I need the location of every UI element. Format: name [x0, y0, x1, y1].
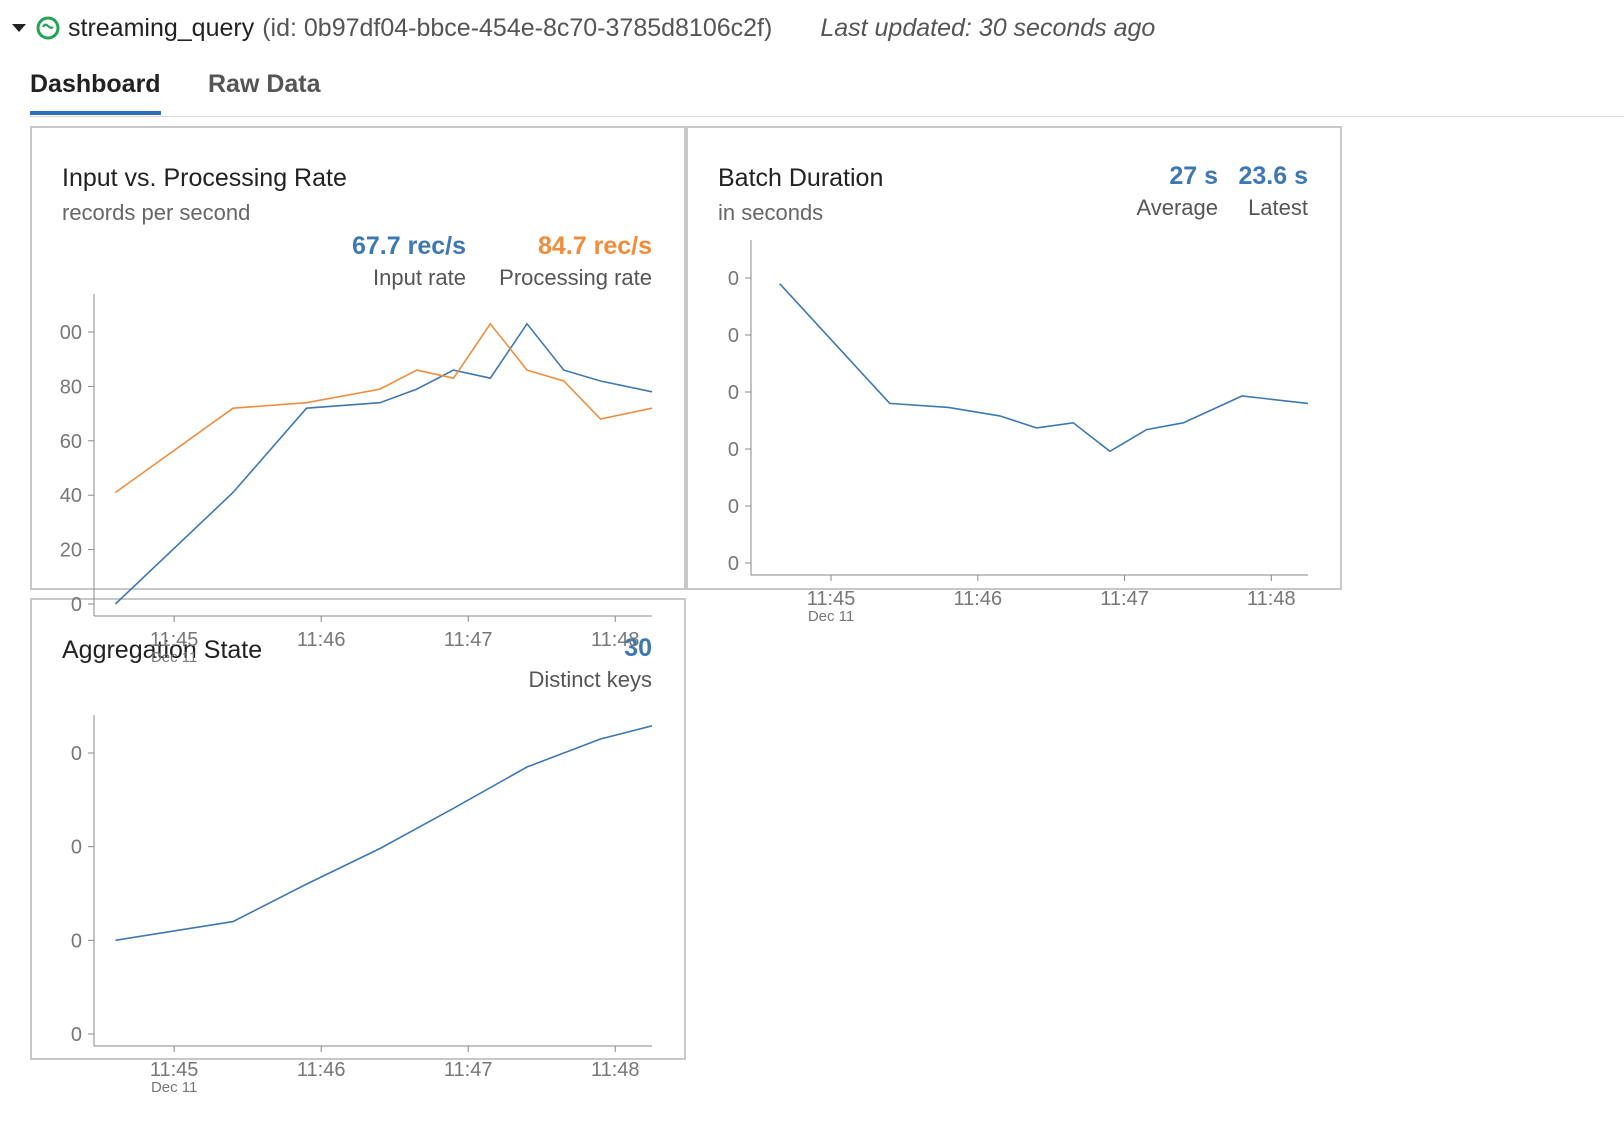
chart-1-y-tick-label: 0 — [728, 553, 739, 575]
chart-0-y-tick-label: 20 — [60, 540, 82, 562]
chart-0-y-tick-label: 60 — [60, 431, 82, 453]
chart-2-x-tick-label: 11:47 — [444, 1059, 493, 1081]
chart-1-y-tick-label: 0 — [728, 439, 739, 461]
chart-1-x-tick-label: 11:48 — [1247, 588, 1296, 610]
chart-2-x-tick-label: 11:45 — [150, 1059, 199, 1081]
chart-0-y-tick-label: 0 — [71, 594, 82, 616]
chart-2-y-tick-label: 0 — [71, 1024, 82, 1046]
chart-1-y-tick-label: 0 — [728, 325, 739, 347]
chart-0-x-tick-label: 11:45 — [150, 629, 199, 651]
chart-2-x-sublabel: Dec 11 — [151, 1079, 197, 1096]
rate-chart: 0204060800011:45Dec 1111:46 11:47 11:48000… — [60, 240, 1309, 1096]
chart-2-x-tick-label: 11:46 — [297, 1059, 346, 1081]
chart-2-x-tick-label: 11:48 — [591, 1059, 640, 1081]
chart-2-series-0-line — [115, 725, 653, 942]
chart-0-series-1-line — [114, 322, 653, 494]
chart-0-x-tick-label: 11:47 — [444, 629, 493, 651]
chart-0-y-tick-label: 40 — [60, 485, 82, 507]
chart-0-series-0-line — [114, 322, 653, 605]
chart-2-y-tick-label: 0 — [71, 930, 82, 952]
chart-2-y-tick-label: 0 — [71, 837, 82, 859]
chart-0-y-tick-label: 00 — [60, 322, 82, 344]
chart-1-y-tick-label: 0 — [728, 496, 739, 518]
chart-1-series-0-line — [779, 283, 1309, 453]
chart-1-x-tick-label: 11:45 — [807, 588, 856, 610]
chart-2-y-tick-label: 0 — [71, 743, 82, 765]
chart-1-y-tick-label: 0 — [728, 382, 739, 404]
chart-0-x-tick-label: 11:48 — [591, 629, 640, 651]
chart-0-y-tick-label: 80 — [60, 376, 82, 398]
chart-1-x-tick-label: 11:46 — [954, 588, 1003, 610]
chart-0-x-sublabel: Dec 11 — [151, 649, 197, 666]
chart-1-x-sublabel: Dec 11 — [808, 608, 854, 625]
chart-0-x-tick-label: 11:46 — [297, 629, 346, 651]
chart-1-x-tick-label: 11:47 — [1100, 588, 1149, 610]
chart-1-y-tick-label: 0 — [728, 268, 739, 290]
